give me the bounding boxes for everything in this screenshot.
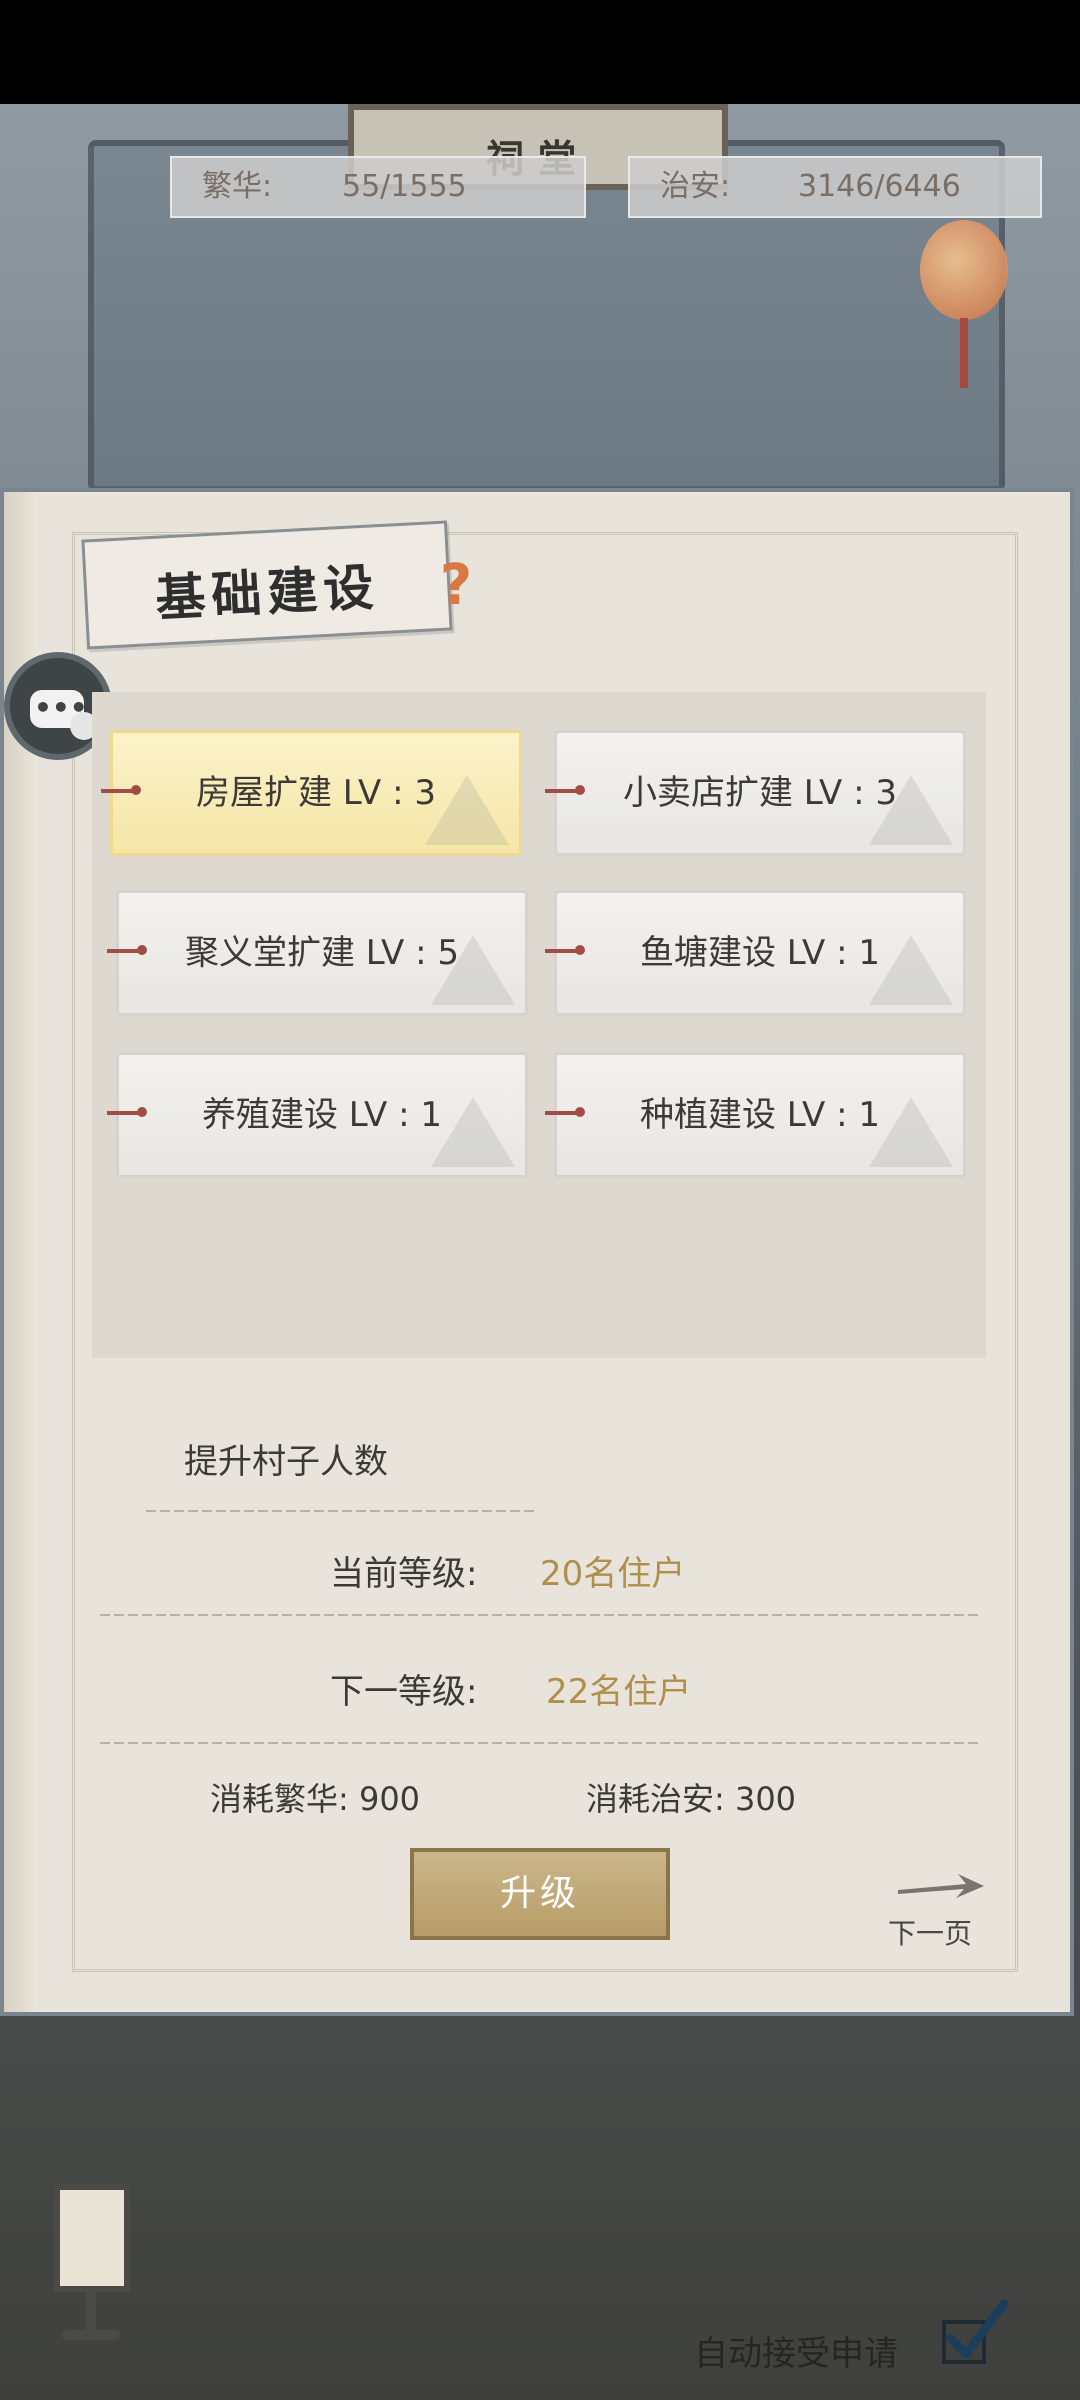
- detail-title: 提升村子人数: [184, 1442, 388, 1482]
- cost-security: 消耗治安: 300: [586, 1780, 797, 1818]
- mountain-icon: [425, 775, 509, 845]
- status-bar: [0, 0, 1080, 104]
- divider: [100, 1742, 980, 1744]
- building-label: 房屋扩建 LV : 3: [196, 773, 436, 813]
- stat-prosperity-label: 繁华:: [202, 169, 273, 204]
- cost-prosperity: 消耗繁华: 900: [210, 1780, 421, 1818]
- help-icon[interactable]: ?: [436, 554, 476, 618]
- pin-icon: [545, 945, 585, 955]
- arrow-right-icon[interactable]: [896, 1870, 986, 1900]
- mountain-icon: [869, 935, 953, 1005]
- building-label: 聚义堂扩建 LV : 5: [185, 933, 459, 973]
- auto-accept-label: 自动接受申请: [694, 2334, 898, 2374]
- pin-icon: [545, 1107, 585, 1117]
- building-planting[interactable]: 种植建设 LV : 1: [545, 1052, 966, 1178]
- lantern-tassel: [960, 318, 968, 388]
- buildings-grid: 房屋扩建 LV : 3 小卖店扩建 LV : 3 聚义堂扩建 LV : 5 鱼塘…: [92, 692, 986, 1358]
- stat-security-label: 治安:: [660, 169, 731, 204]
- stat-security-value: 3146/6446: [798, 169, 961, 204]
- building-label: 小卖店扩建 LV : 3: [623, 773, 897, 813]
- pin-icon: [101, 785, 141, 795]
- pin-icon: [107, 1107, 147, 1117]
- building-label: 鱼塘建设 LV : 1: [640, 933, 880, 973]
- building-fishpond[interactable]: 鱼塘建设 LV : 1: [545, 890, 966, 1016]
- building-label: 种植建设 LV : 1: [640, 1095, 880, 1135]
- next-level-value: 22名住户: [546, 1672, 692, 1712]
- lantern-icon: [920, 220, 1008, 320]
- current-level-label: 当前等级:: [330, 1554, 478, 1594]
- title-banner: 基础建设: [81, 520, 453, 650]
- mountain-icon: [431, 1097, 515, 1167]
- stat-prosperity-value: 55/1555: [342, 169, 467, 204]
- building-housing[interactable]: 房屋扩建 LV : 3: [101, 730, 522, 856]
- building-shop[interactable]: 小卖店扩建 LV : 3: [545, 730, 966, 856]
- pin-icon: [107, 945, 147, 955]
- next-level-label: 下一等级:: [330, 1672, 478, 1712]
- lamp-icon[interactable]: [54, 2184, 130, 2292]
- panel-title: 基础建设: [154, 557, 381, 628]
- building-breeding[interactable]: 养殖建设 LV : 1: [107, 1052, 528, 1178]
- check-icon[interactable]: [938, 2298, 1008, 2368]
- lamp-base: [62, 2330, 120, 2340]
- next-page-link[interactable]: 下一页: [888, 1912, 972, 1952]
- divider: [146, 1510, 536, 1512]
- upgrade-button[interactable]: 升级: [410, 1848, 670, 1940]
- pin-icon: [545, 785, 585, 795]
- mountain-icon: [869, 1097, 953, 1167]
- current-level-value: 20名住户: [540, 1554, 686, 1594]
- stat-prosperity: 繁华: 55/1555: [170, 156, 586, 218]
- building-hall[interactable]: 聚义堂扩建 LV : 5: [107, 890, 528, 1016]
- building-label: 养殖建设 LV : 1: [202, 1095, 442, 1135]
- stat-security: 治安: 3146/6446: [628, 156, 1042, 218]
- divider: [100, 1614, 980, 1616]
- lamp-stand: [86, 2292, 96, 2332]
